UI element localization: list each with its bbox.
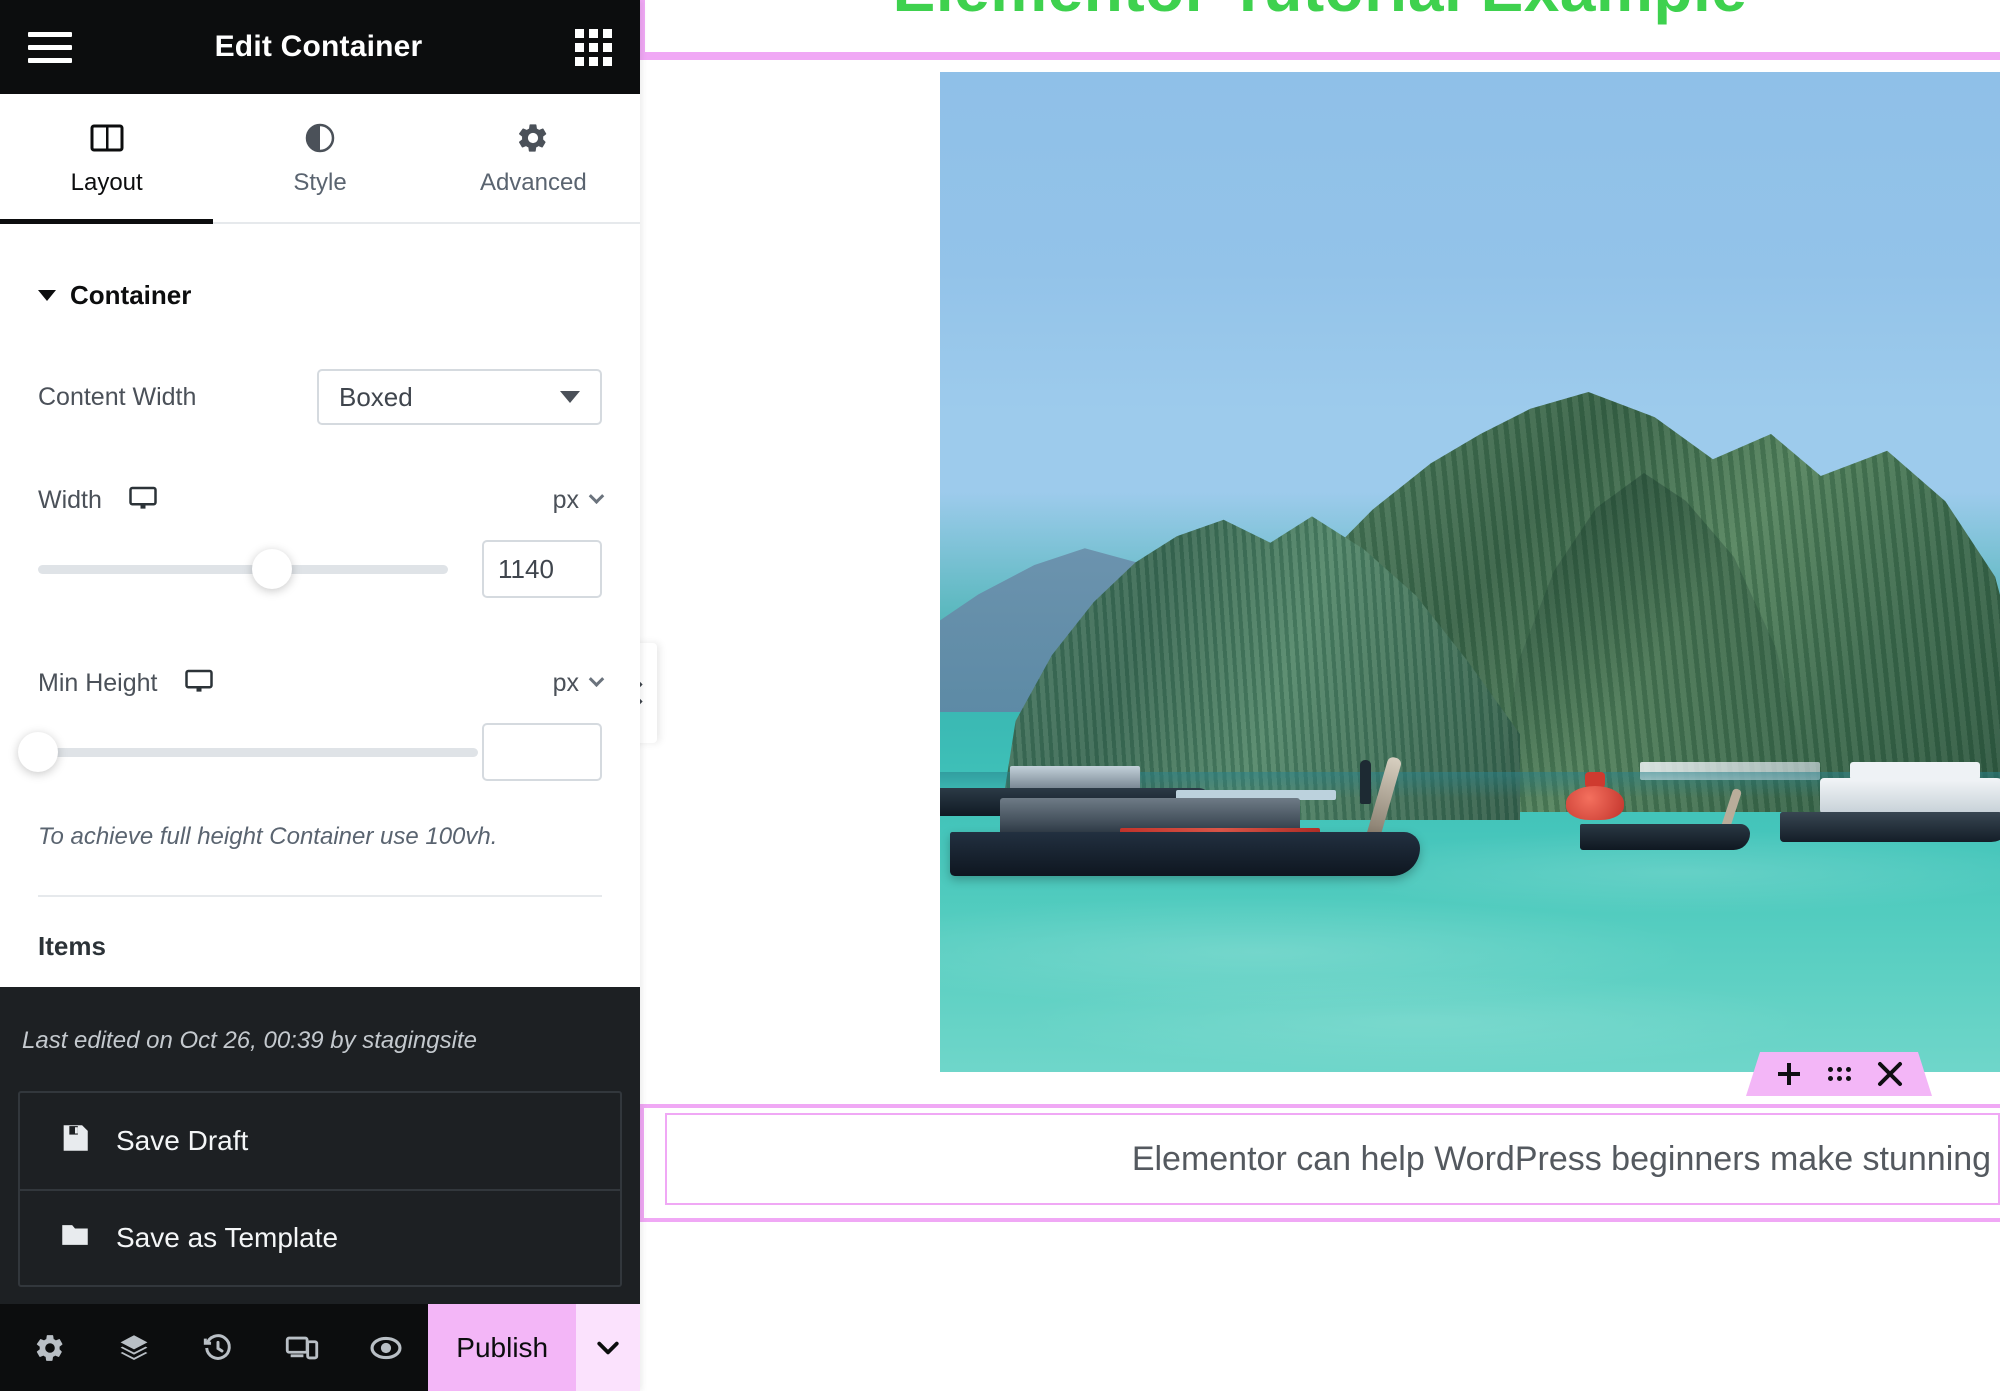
- save-as-template-label: Save as Template: [116, 1222, 339, 1253]
- text-widget-content: Elementor can help WordPress beginners m…: [1131, 1139, 2000, 1178]
- min-height-hint: To achieve full height Container use 100…: [38, 823, 498, 850]
- chevron-down-icon: [597, 1341, 619, 1354]
- floppy-disk-icon: [58, 1121, 92, 1162]
- tab-advanced-label: Advanced: [479, 169, 587, 196]
- min-height-slider-track: [38, 747, 478, 757]
- contrast-half-circle-icon: [303, 119, 337, 157]
- history-revisions-icon[interactable]: [176, 1304, 260, 1391]
- navigator-layers-icon[interactable]: [92, 1304, 176, 1391]
- control-min-height-header: Min Height px: [0, 666, 640, 701]
- content-width-value: Boxed: [339, 381, 413, 412]
- drag-handle-dots-icon[interactable]: [1828, 1067, 1851, 1081]
- width-label: Width: [38, 486, 102, 514]
- section-items-title: Items: [38, 931, 106, 961]
- chevron-down-icon: [38, 290, 56, 301]
- publish-options-button[interactable]: [576, 1304, 640, 1391]
- width-unit-value: px: [552, 486, 579, 514]
- columns-layout-icon: [90, 119, 124, 157]
- control-min-height-slider-row: [0, 723, 640, 781]
- save-as-template-button[interactable]: Save as Template: [20, 1189, 620, 1285]
- min-height-label: Min Height: [38, 669, 158, 697]
- widgets-grid-icon[interactable]: [575, 28, 612, 66]
- control-width-header: Width px: [0, 483, 640, 518]
- longtail-boat-hull: [950, 832, 1420, 876]
- select-caret-icon: [560, 391, 580, 403]
- plus-icon[interactable]: [1776, 1061, 1802, 1087]
- min-height-unit-selector[interactable]: px: [552, 669, 605, 698]
- width-value: 1140: [498, 553, 554, 584]
- boat-mid-hull: [1580, 824, 1750, 850]
- panel-body: Container Content Width Boxed Width px 1…: [0, 224, 640, 1044]
- content-width-select[interactable]: Boxed: [317, 369, 602, 425]
- red-buoy: [1566, 786, 1624, 820]
- tab-layout-label: Layout: [70, 169, 143, 196]
- control-width-slider-row: 1140: [0, 540, 640, 598]
- min-height-value-input[interactable]: [482, 723, 602, 781]
- chevron-down-icon: [588, 671, 605, 688]
- save-actions-panel: Last edited on Oct 26, 00:39 by stagings…: [0, 987, 640, 1304]
- image-widget[interactable]: [940, 72, 2000, 1072]
- tab-style[interactable]: Style: [213, 94, 426, 222]
- panel-header: Edit Container: [0, 0, 640, 94]
- width-slider-track: [38, 564, 448, 574]
- save-actions-list: Save Draft Save as Template: [18, 1091, 622, 1287]
- person-on-boat: [1360, 760, 1371, 804]
- section-container-header[interactable]: Container: [0, 224, 640, 311]
- responsive-mode-icon[interactable]: [260, 1304, 344, 1391]
- publish-button[interactable]: Publish: [428, 1304, 577, 1391]
- chevron-down-icon: [588, 488, 605, 505]
- heading-container-border-bottom: [640, 52, 2000, 60]
- panel-tabs: Layout Style Advanced: [0, 94, 640, 224]
- control-content-width: Content Width Boxed: [0, 369, 640, 425]
- ferry-upper-deck: [1850, 762, 1980, 780]
- min-height-unit-value: px: [552, 669, 579, 697]
- desktop-monitor-icon[interactable]: [128, 483, 158, 518]
- save-draft-button[interactable]: Save Draft: [20, 1093, 620, 1189]
- tab-style-label: Style: [293, 169, 347, 196]
- ferry-boat: [1820, 778, 2000, 814]
- page-heading[interactable]: Elementor Tutorial Example: [640, 0, 2000, 26]
- section-container-title: Container: [70, 280, 192, 310]
- width-slider[interactable]: [38, 549, 448, 589]
- save-draft-label: Save Draft: [116, 1125, 249, 1156]
- element-toolbar[interactable]: [1746, 1052, 1932, 1096]
- gear-settings-icon[interactable]: [8, 1304, 92, 1391]
- tropical-bay-photo: [940, 72, 2000, 1072]
- text-widget[interactable]: Elementor can help WordPress beginners m…: [665, 1113, 2000, 1205]
- content-width-label: Content Width: [38, 382, 197, 411]
- panel-footer-toolbar: Publish: [0, 1304, 640, 1391]
- hamburger-menu-icon[interactable]: [28, 31, 72, 63]
- last-edited-text: Last edited on Oct 26, 00:39 by stagings…: [22, 1027, 477, 1054]
- width-slider-handle[interactable]: [251, 549, 292, 589]
- preview-eye-icon[interactable]: [344, 1304, 428, 1391]
- width-value-input[interactable]: 1140: [482, 540, 602, 598]
- gear-icon: [516, 119, 550, 157]
- width-unit-selector[interactable]: px: [552, 486, 605, 515]
- desktop-monitor-icon[interactable]: [184, 666, 214, 701]
- publish-label: Publish: [456, 1331, 549, 1363]
- close-x-icon[interactable]: [1877, 1061, 1903, 1087]
- folder-icon: [58, 1218, 92, 1259]
- min-height-slider-handle[interactable]: [18, 732, 58, 772]
- boat-right: [1780, 812, 2000, 842]
- tab-layout[interactable]: Layout: [0, 94, 214, 224]
- min-height-slider[interactable]: [18, 732, 478, 772]
- footer-icon-group: [0, 1304, 428, 1391]
- elementor-editor-panel: Edit Container Layout Style Advanced Con…: [0, 0, 640, 1391]
- tab-advanced[interactable]: Advanced: [427, 94, 640, 222]
- panel-title: Edit Container: [214, 30, 423, 63]
